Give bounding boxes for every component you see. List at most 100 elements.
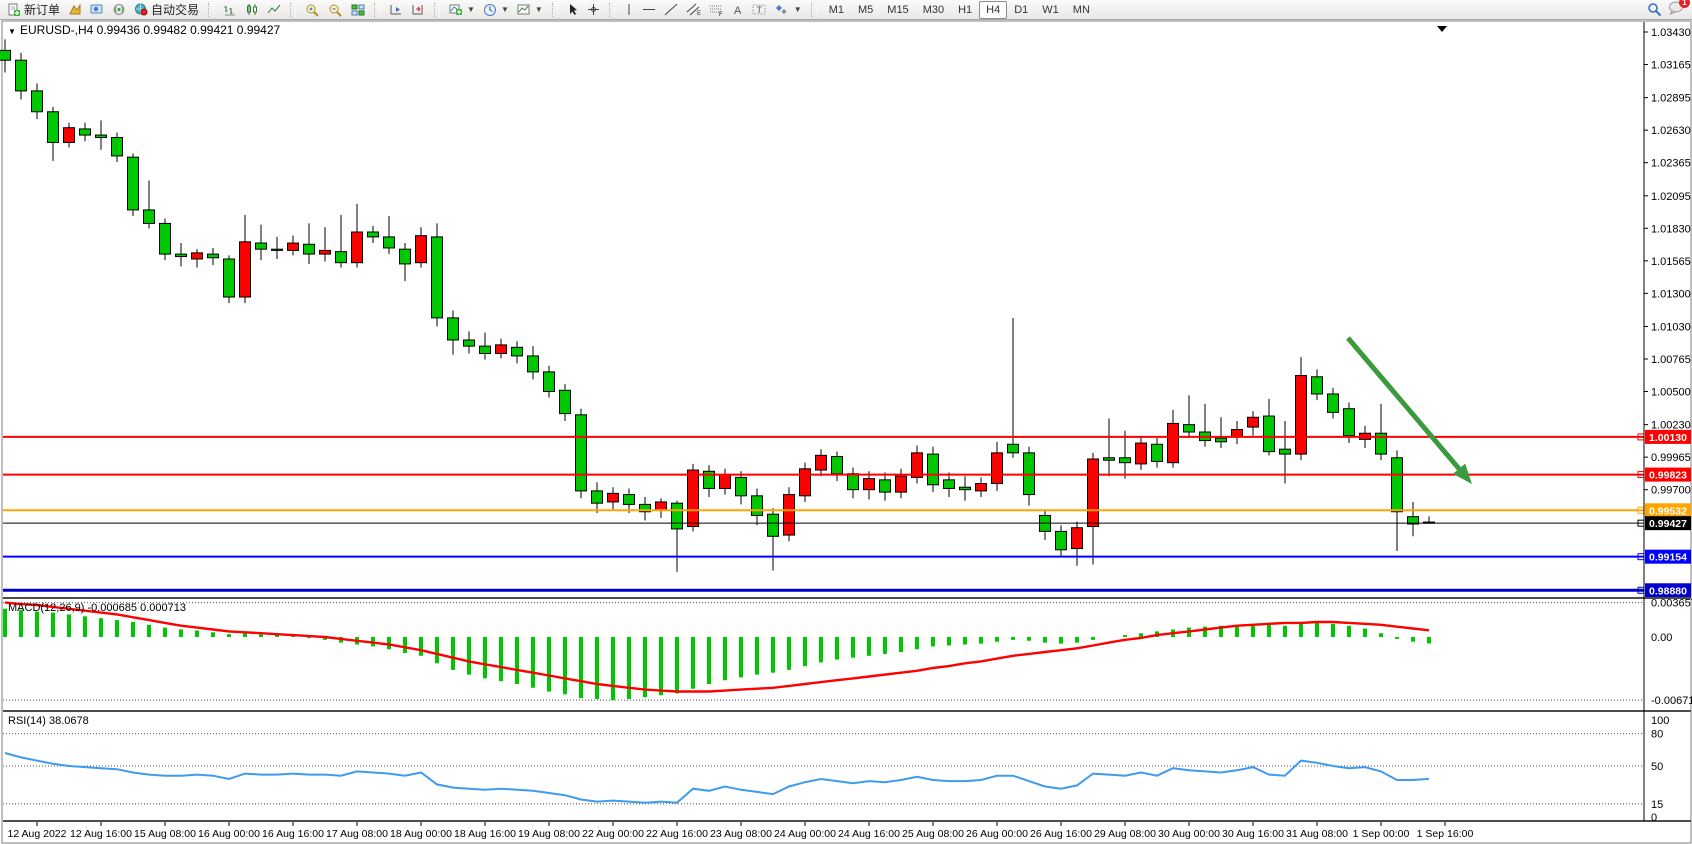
timeframe-m1[interactable]: M1 xyxy=(822,1,851,19)
chart-window[interactable]: 1.001300.998230.995320.994270.991540.988… xyxy=(0,20,1692,844)
fibonacci-icon: F xyxy=(709,3,724,16)
timeframe-m30[interactable]: M30 xyxy=(916,1,951,19)
toolbar-separator xyxy=(374,3,380,17)
unread-badge: 1 xyxy=(1679,0,1690,8)
svg-text:0.99427: 0.99427 xyxy=(1649,518,1687,530)
candle-chart-button[interactable] xyxy=(241,1,263,19)
chart-shift-icon xyxy=(411,3,425,16)
timeframe-w1[interactable]: W1 xyxy=(1035,1,1066,19)
svg-text:1.01030: 1.01030 xyxy=(1651,321,1691,333)
tile-windows-icon xyxy=(351,3,365,16)
svg-text:22 Aug 00:00: 22 Aug 00:00 xyxy=(582,828,644,840)
svg-text:30 Aug 16:00: 30 Aug 16:00 xyxy=(1222,828,1284,840)
hline-tool-button[interactable] xyxy=(638,1,660,19)
timeframe-d1[interactable]: D1 xyxy=(1007,1,1035,19)
svg-text:24 Aug 00:00: 24 Aug 00:00 xyxy=(774,828,836,840)
dropdown-caret: ▼ xyxy=(467,5,475,14)
channel-tool-button[interactable]: E xyxy=(682,1,705,19)
auto-scroll-button[interactable] xyxy=(385,1,407,19)
svg-text:MACD(12,26,9) -0.000685 0.0007: MACD(12,26,9) -0.000685 0.000713 xyxy=(8,602,186,614)
crosshair-icon xyxy=(587,3,600,16)
notifications-button[interactable]: 1 xyxy=(1668,1,1684,18)
svg-text:A: A xyxy=(734,5,742,16)
market-watch-icon xyxy=(68,3,82,16)
svg-text:22 Aug 16:00: 22 Aug 16:00 xyxy=(646,828,708,840)
svg-text:25 Aug 08:00: 25 Aug 08:00 xyxy=(902,828,964,840)
tile-windows-button[interactable] xyxy=(347,1,369,19)
svg-text:1.03165: 1.03165 xyxy=(1651,60,1691,72)
signals-button[interactable] xyxy=(108,1,130,19)
timeframe-group: M1 M5 M15 M30 H1 H4 D1 W1 MN xyxy=(819,0,1100,20)
trendline-icon xyxy=(664,3,678,16)
svg-text:18 Aug 16:00: 18 Aug 16:00 xyxy=(454,828,516,840)
price-chart[interactable]: 1.001300.998230.995320.994270.991540.988… xyxy=(0,20,1692,844)
zoom-in-button[interactable] xyxy=(301,1,324,19)
text-label-tool-button[interactable]: T xyxy=(748,1,771,19)
svg-text:1.02095: 1.02095 xyxy=(1651,191,1691,203)
svg-text:26 Aug 00:00: 26 Aug 00:00 xyxy=(966,828,1028,840)
autotrading-button[interactable]: 自动交易 xyxy=(130,1,203,19)
add-indicator-button[interactable]: ▼ xyxy=(445,1,479,19)
svg-text:29 Aug 08:00: 29 Aug 08:00 xyxy=(1094,828,1156,840)
svg-text:19 Aug 08:00: 19 Aug 08:00 xyxy=(518,828,580,840)
timeframe-m5[interactable]: M5 xyxy=(851,1,880,19)
toolbar-separator xyxy=(434,3,440,17)
chart-shift-button[interactable] xyxy=(407,1,429,19)
new-order-icon xyxy=(7,3,21,17)
svg-text:F: F xyxy=(719,12,723,16)
timeframe-mn[interactable]: MN xyxy=(1066,1,1097,19)
svg-text:16 Aug 16:00: 16 Aug 16:00 xyxy=(262,828,324,840)
svg-text:1 Sep 00:00: 1 Sep 00:00 xyxy=(1353,828,1410,840)
timeframe-h1[interactable]: H1 xyxy=(951,1,979,19)
zoom-in-icon xyxy=(305,3,320,17)
cursor-tool-button[interactable] xyxy=(563,1,583,19)
svg-text:1.00130: 1.00130 xyxy=(1649,432,1687,444)
main-toolbar: 新订单 自动交易 xyxy=(0,0,1692,20)
svg-text:1.02895: 1.02895 xyxy=(1651,93,1691,105)
svg-text:50: 50 xyxy=(1651,761,1663,773)
svg-text:0: 0 xyxy=(1651,812,1657,824)
bar-chart-button[interactable] xyxy=(219,1,241,19)
search-icon[interactable] xyxy=(1647,2,1662,17)
add-indicator-icon xyxy=(449,3,463,16)
svg-text:15: 15 xyxy=(1651,799,1663,811)
line-chart-button[interactable] xyxy=(263,1,285,19)
svg-text:0.99532: 0.99532 xyxy=(1649,505,1687,517)
svg-text:▼: ▼ xyxy=(8,27,16,36)
vline-tool-button[interactable] xyxy=(620,1,638,19)
period-button[interactable]: ▼ xyxy=(479,1,513,19)
template-button[interactable]: ▼ xyxy=(513,1,547,19)
terminal-button[interactable] xyxy=(86,1,108,19)
fibonacci-tool-button[interactable]: F xyxy=(705,1,728,19)
timeframe-h4[interactable]: H4 xyxy=(979,1,1007,19)
dropdown-caret: ▼ xyxy=(501,5,509,14)
candle-chart-icon xyxy=(245,3,259,16)
zoom-out-button[interactable] xyxy=(324,1,347,19)
svg-text:1.01565: 1.01565 xyxy=(1651,256,1691,268)
svg-text:30 Aug 00:00: 30 Aug 00:00 xyxy=(1158,828,1220,840)
trendline-tool-button[interactable] xyxy=(660,1,682,19)
timeframe-m15[interactable]: M15 xyxy=(880,1,915,19)
svg-text:RSI(14) 38.0678: RSI(14) 38.0678 xyxy=(8,715,89,727)
toolbar-separator xyxy=(811,3,817,17)
text-tool-button[interactable]: A xyxy=(728,1,748,19)
zoom-out-icon xyxy=(328,3,343,17)
svg-text:0.99154: 0.99154 xyxy=(1649,552,1687,564)
line-chart-icon xyxy=(267,3,281,16)
svg-text:0.99965: 0.99965 xyxy=(1651,452,1691,464)
new-order-button[interactable]: 新订单 xyxy=(3,1,64,19)
svg-text:31 Aug 08:00: 31 Aug 08:00 xyxy=(1286,828,1348,840)
arrows-icon xyxy=(775,3,790,16)
crosshair-tool-button[interactable] xyxy=(583,1,604,19)
template-icon xyxy=(517,3,531,16)
toolbar-separator xyxy=(552,3,558,17)
svg-text:100: 100 xyxy=(1651,715,1669,727)
svg-text:1.02365: 1.02365 xyxy=(1651,158,1691,170)
dropdown-caret: ▼ xyxy=(535,5,543,14)
text-label-icon: T xyxy=(752,3,767,16)
market-watch-button[interactable] xyxy=(64,1,86,19)
horizontal-line-icon xyxy=(642,3,656,16)
toolbar-separator xyxy=(609,3,615,17)
arrows-tool-button[interactable]: ▼ xyxy=(771,1,806,19)
svg-text:1.02630: 1.02630 xyxy=(1651,125,1691,137)
